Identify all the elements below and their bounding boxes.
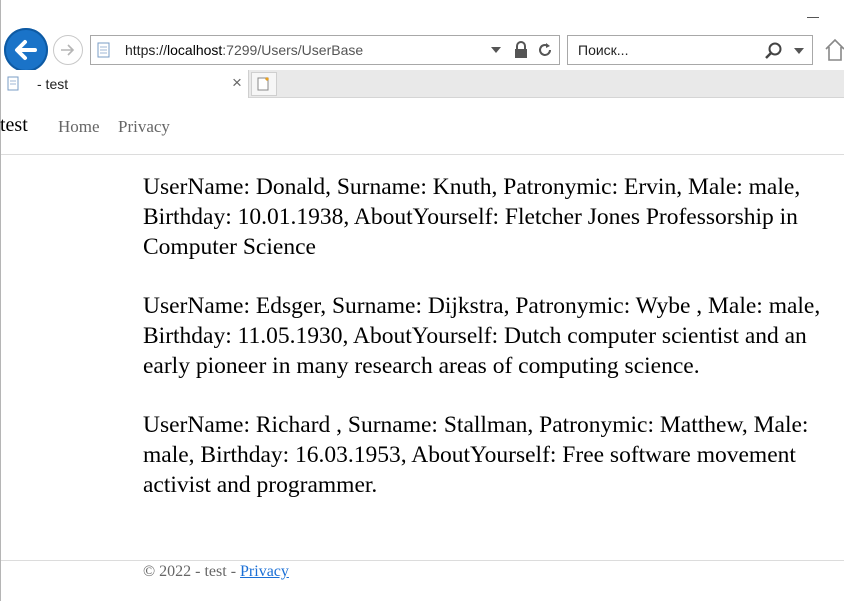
nav-home-link[interactable]: Home bbox=[58, 117, 100, 137]
url-text[interactable]: https://localhost:7299/Users/UserBase bbox=[125, 42, 363, 58]
footer-privacy-link[interactable]: Privacy bbox=[240, 563, 289, 580]
site-footer: © 2022 - test - Privacy bbox=[1, 560, 844, 601]
address-bar[interactable]: https://localhost:7299/Users/UserBase bbox=[90, 35, 560, 65]
page-icon bbox=[97, 42, 110, 58]
forward-button[interactable] bbox=[53, 35, 83, 65]
new-tab-icon bbox=[257, 77, 269, 91]
window-titlebar bbox=[1, 0, 844, 30]
site-brand[interactable]: test bbox=[0, 114, 28, 137]
minimize-icon[interactable] bbox=[807, 17, 819, 18]
tab-strip: - test × bbox=[1, 70, 844, 98]
search-box[interactable]: Поиск... bbox=[567, 35, 813, 65]
chevron-down-icon[interactable] bbox=[491, 47, 501, 53]
user-entry-dijkstra: UserName: Edsger, Surname: Dijkstra, Pat… bbox=[143, 293, 821, 379]
user-list: UserName: Donald, Surname: Knuth, Patron… bbox=[143, 172, 823, 529]
url-host: localhost bbox=[167, 42, 223, 58]
arrow-left-icon bbox=[15, 40, 37, 60]
close-icon[interactable]: × bbox=[232, 73, 242, 93]
arrow-right-icon bbox=[61, 44, 75, 56]
url-scheme: https:// bbox=[125, 42, 168, 58]
tab-title: - test bbox=[37, 76, 69, 92]
tab-active[interactable]: - test × bbox=[1, 70, 249, 98]
footer-text: © 2022 - test - Privacy bbox=[143, 563, 289, 581]
nav-privacy-link[interactable]: Privacy bbox=[118, 117, 170, 137]
url-path: :7299/Users/UserBase bbox=[222, 42, 364, 58]
copyright-text: © 2022 - test - bbox=[143, 563, 241, 580]
chevron-down-icon[interactable] bbox=[794, 48, 804, 54]
refresh-icon[interactable] bbox=[536, 41, 554, 59]
search-icon[interactable] bbox=[764, 41, 784, 61]
back-button[interactable] bbox=[4, 28, 48, 72]
user-entry-knuth: UserName: Donald, Surname: Knuth, Patron… bbox=[143, 174, 801, 260]
lock-icon[interactable] bbox=[513, 41, 529, 59]
site-header: test Home Privacy bbox=[0, 98, 844, 155]
search-input[interactable]: Поиск... bbox=[578, 42, 628, 58]
user-entry-stallman: UserName: Richard , Surname: Stallman, P… bbox=[143, 412, 809, 498]
new-tab-button[interactable] bbox=[251, 72, 277, 96]
home-icon[interactable] bbox=[825, 36, 844, 62]
page-icon bbox=[7, 76, 19, 91]
